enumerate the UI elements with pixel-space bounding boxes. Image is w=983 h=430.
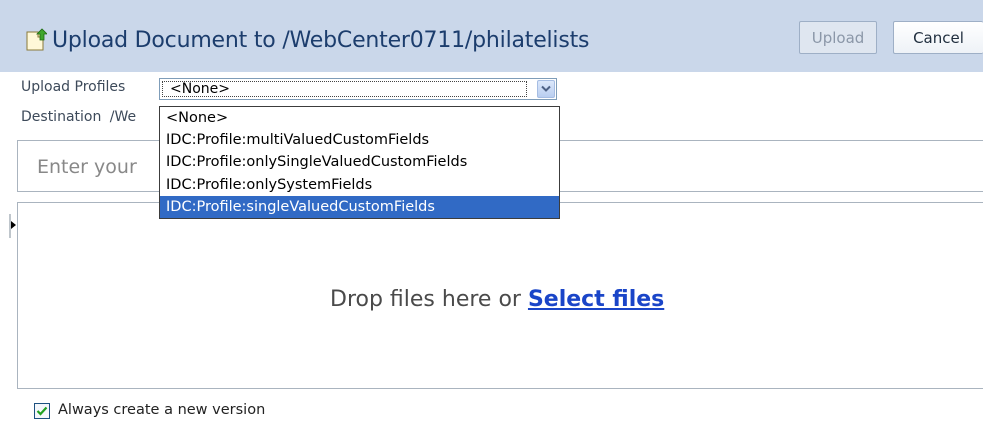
collapse-arrow-icon[interactable] [9, 214, 17, 238]
upload-profiles-dropdown: <None> IDC:Profile:multiValuedCustomFiel… [159, 106, 560, 219]
document-title-placeholder: Enter your [37, 156, 137, 178]
dropdown-button[interactable] [537, 80, 555, 98]
upload-profiles-value: <None> [162, 81, 527, 97]
dropdown-option-single-valued[interactable]: IDC:Profile:singleValuedCustomFields [160, 195, 559, 218]
destination-value: /We [109, 109, 137, 125]
upload-document-icon [26, 28, 47, 51]
checkmark-icon [36, 406, 48, 416]
destination-row: Destination /We [21, 109, 136, 125]
destination-label: Destination [21, 109, 102, 125]
always-new-version-label: Always create a new version [58, 402, 266, 418]
dropdown-option-only-single-valued[interactable]: IDC:Profile:onlySingleValuedCustomFields [160, 151, 559, 173]
always-new-version-checkbox[interactable] [34, 403, 50, 419]
select-files-link[interactable]: Select files [528, 287, 664, 312]
cancel-button[interactable]: Cancel [893, 21, 983, 54]
chevron-down-icon [541, 85, 551, 92]
drop-zone-text: Drop files here or Select files [330, 287, 664, 312]
upload-profiles-select[interactable]: <None> [159, 78, 557, 100]
dropdown-option-multi-valued[interactable]: IDC:Profile:multiValuedCustomFields [160, 129, 559, 151]
upload-profiles-label: Upload Profiles [21, 79, 126, 95]
file-drop-zone[interactable]: Drop files here or Select files [17, 202, 983, 389]
upload-button[interactable]: Upload [799, 21, 877, 54]
dialog-header: Upload Document to /WebCenter0711/philat… [0, 0, 983, 72]
dropdown-option-none[interactable]: <None> [160, 107, 559, 129]
dialog-title-wrap: Upload Document to /WebCenter0711/philat… [25, 23, 590, 57]
dropdown-option-only-system[interactable]: IDC:Profile:onlySystemFields [160, 174, 559, 196]
drop-zone-prompt: Drop files here or [330, 287, 528, 312]
dialog-title: Upload Document to /WebCenter0711/philat… [52, 27, 590, 53]
